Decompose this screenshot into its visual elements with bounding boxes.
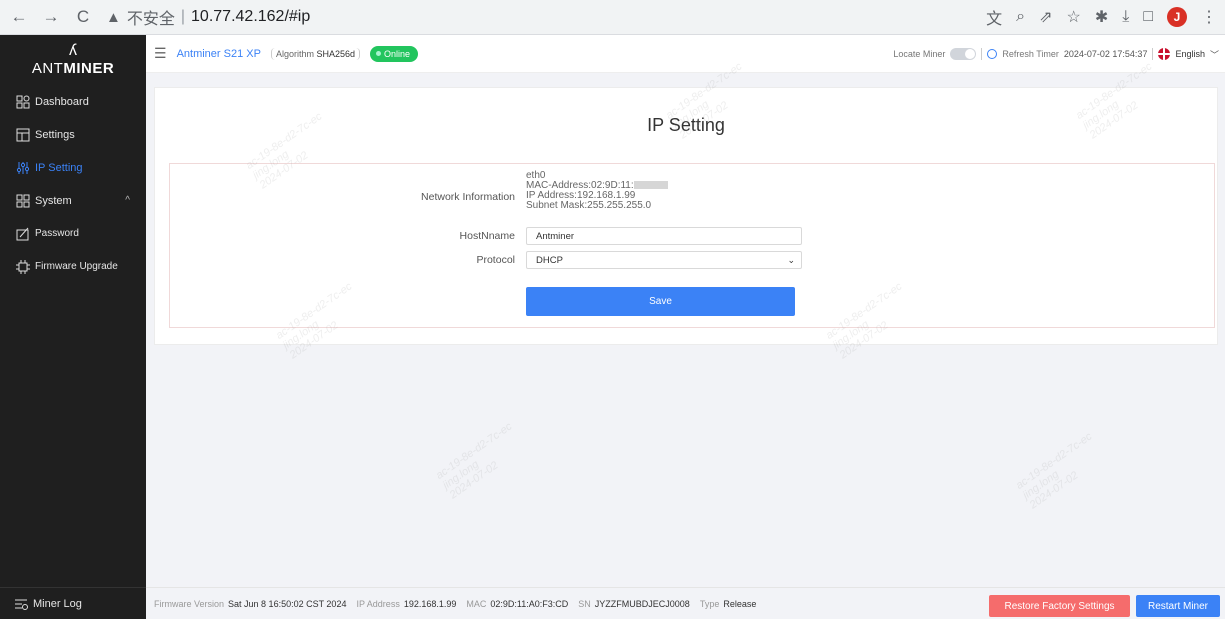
mac-label: MAC [466, 598, 487, 609]
algorithm-badge: Algorithm SHA256d [270, 47, 360, 60]
sidebar-item-firmware-upgrade[interactable]: Firmware Upgrade [0, 250, 146, 283]
firmware-version-value: Sat Jun 8 16:50:02 CST 2024 [228, 598, 347, 609]
ip-address-value: 192.168.1.99 [403, 598, 457, 609]
protocol-value: DHCP [536, 254, 563, 266]
sidebar: ʎ ANTMINER Dashboard Settings IP Setting… [0, 35, 146, 619]
chevron-down-icon: ⌄ [787, 254, 795, 265]
footer-bar: Firmware Version Sat Jun 8 16:50:02 CST 2… [146, 587, 1225, 619]
forward-icon[interactable]: → [42, 7, 60, 27]
menu-toggle-icon[interactable]: ☰ [154, 45, 167, 62]
logo-text-bold: MINER [63, 59, 115, 77]
locate-miner-toggle[interactable] [950, 48, 977, 60]
uk-flag-icon[interactable] [1158, 48, 1171, 60]
settings-icon [16, 128, 30, 141]
divider [981, 48, 983, 60]
translate-icon[interactable]: 文 [986, 5, 1002, 29]
miner-log-label: Miner Log [33, 597, 82, 610]
miner-log-icon [15, 599, 28, 610]
sidebar-item-label: System [35, 194, 72, 207]
password-icon [16, 227, 29, 240]
algorithm-label: Algorithm [275, 48, 314, 59]
language-selector[interactable]: English [1175, 49, 1205, 59]
sidebar-item-dashboard[interactable]: Dashboard [0, 85, 146, 118]
protocol-select[interactable]: DHCP ⌄ [526, 251, 802, 269]
sidebar-item-settings[interactable]: Settings [0, 118, 146, 151]
profile-avatar[interactable]: J [1167, 7, 1187, 27]
restart-miner-button[interactable]: Restart Miner [1136, 595, 1220, 617]
locate-miner-label: Locate Miner [893, 49, 946, 59]
ip-address-label: IP Address [356, 598, 400, 609]
mac-value: 02:9D:11:A0:F3:CD [490, 598, 569, 609]
share-icon[interactable]: ⇗ [1039, 7, 1052, 27]
network-info-value: eth0 MAC-Address:02:9D:11: IP Address:19… [526, 171, 668, 211]
mac-redacted [633, 181, 668, 190]
not-secure-icon[interactable]: ▲ [106, 9, 121, 26]
watermark: ac-19-8e-d2-7c-ecjing.long2024-07-02 [433, 420, 515, 502]
bookmark-star-icon[interactable]: ☆ [1067, 7, 1081, 27]
type-label: Type [699, 598, 720, 609]
algorithm-value: SHA256d [316, 48, 355, 59]
sidebar-item-label: IP Setting [35, 161, 83, 174]
chevron-down-icon[interactable]: ﹀ [1210, 48, 1219, 61]
subnet-mask: Subnet Mask:255.255.255.0 [526, 200, 652, 211]
watermark: ac-19-8e-d2-7c-ecjing.long2024-07-02 [1013, 430, 1095, 512]
refresh-timer-label: Refresh Timer [1002, 49, 1059, 59]
browser-toolbar: ← → C ▲ 不安全 | 10.77.42.162/#ip 文 ⌕ ⇗ ☆ ✱… [0, 0, 1225, 35]
system-icon [16, 194, 30, 207]
sidebar-item-label: Firmware Upgrade [35, 261, 118, 272]
network-info-label: Network Information [421, 191, 515, 203]
divider [1152, 48, 1154, 60]
back-icon[interactable]: ← [10, 7, 28, 27]
type-value: Release [723, 598, 757, 609]
zoom-icon[interactable]: ⌕ [1016, 8, 1025, 26]
url-text[interactable]: 10.77.42.162/#ip [191, 8, 310, 26]
status-label: Online [384, 48, 411, 59]
hostname-value: Antminer [536, 230, 575, 242]
download-icon[interactable]: ⤓ [1122, 8, 1129, 26]
miner-model: Antminer S21 XP [176, 47, 261, 60]
refresh-icon[interactable] [987, 49, 998, 59]
antminer-logo-mark-icon: ʎ [69, 41, 77, 59]
status-dot-icon [376, 51, 381, 56]
firmware-version-label: Firmware Version [154, 598, 225, 609]
address-bar[interactable]: ▲ 不安全 | 10.77.42.162/#ip [106, 5, 310, 29]
reload-icon[interactable]: C [74, 7, 92, 27]
hostname-label: HostNname [459, 230, 515, 242]
sidebar-item-label: Dashboard [35, 95, 89, 108]
ip-setting-card: IP Setting Network Information eth0 MAC-… [154, 87, 1218, 345]
page-title: IP Setting [647, 115, 725, 135]
extensions-icon[interactable]: ✱ [1095, 7, 1108, 27]
main-content: IP Setting Network Information eth0 MAC-… [146, 60, 1225, 587]
sn-value: JYZZFMUBDJECJ0008 [594, 598, 690, 609]
top-bar: ☰ Antminer S21 XP Algorithm SHA256d Onli… [146, 35, 1225, 73]
sn-label: SN [578, 598, 591, 609]
sidebar-item-password[interactable]: Password [0, 217, 146, 250]
refresh-timer-value: 2024-07-02 17:54:37 [1063, 49, 1148, 59]
save-button[interactable]: Save [526, 287, 795, 316]
sidebar-item-ip-setting[interactable]: IP Setting [0, 151, 146, 184]
browser-menu-icon[interactable]: ⋮ [1201, 7, 1217, 27]
sidebar-item-system[interactable]: System ^ [0, 184, 146, 217]
side-panel-icon[interactable]: □ [1143, 8, 1153, 26]
ip-setting-icon [16, 161, 30, 174]
logo-text-light: ANT [31, 59, 64, 77]
restore-factory-button[interactable]: Restore Factory Settings [989, 595, 1130, 617]
protocol-label: Protocol [476, 254, 515, 266]
address-separator: | [180, 8, 186, 25]
sidebar-item-label: Password [35, 228, 79, 239]
miner-log-button[interactable]: Miner Log [0, 587, 146, 619]
chevron-up-icon[interactable]: ^ [125, 195, 130, 206]
antminer-logo: ʎ ANTMINER [0, 35, 146, 85]
firmware-icon [16, 259, 30, 274]
status-badge: Online [370, 45, 419, 62]
sidebar-item-label: Settings [35, 128, 75, 141]
hostname-input[interactable]: Antminer [526, 227, 802, 245]
dashboard-icon [16, 95, 30, 108]
not-secure-label: 不安全 [126, 11, 175, 28]
